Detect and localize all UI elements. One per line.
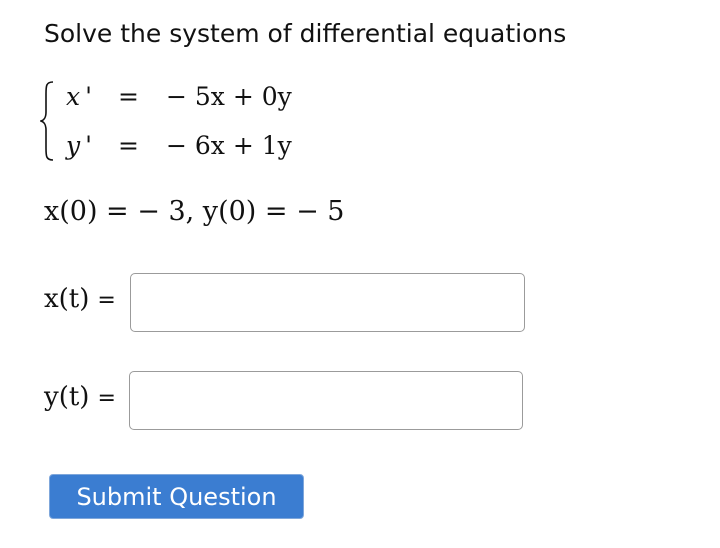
answer-label-text: x(t) [44, 284, 90, 314]
y-answer-input[interactable] [129, 371, 523, 430]
answer-equals: = [97, 288, 116, 313]
answer-equals: = [97, 386, 116, 411]
equation-equals: = [118, 82, 139, 111]
initial-conditions: x(0) = − 3, y(0) = − 5 [44, 196, 345, 227]
equation-lhs: y ' [66, 131, 92, 160]
answer-label-y: y(t) = [44, 382, 116, 412]
equation-lhs: x ' [66, 82, 92, 111]
system-brace [40, 81, 54, 161]
x-answer-input[interactable] [130, 273, 525, 332]
equation-rhs: − 5x + 0y [166, 82, 292, 111]
answer-label-x: x(t) = [44, 284, 116, 314]
equation-equals: = [118, 131, 139, 160]
answer-label-text: y(t) [44, 382, 90, 412]
question-prompt: Solve the system of differential equatio… [44, 19, 567, 48]
equation-rhs: − 6x + 1y [166, 131, 292, 160]
submit-question-button[interactable]: Submit Question [49, 474, 304, 519]
